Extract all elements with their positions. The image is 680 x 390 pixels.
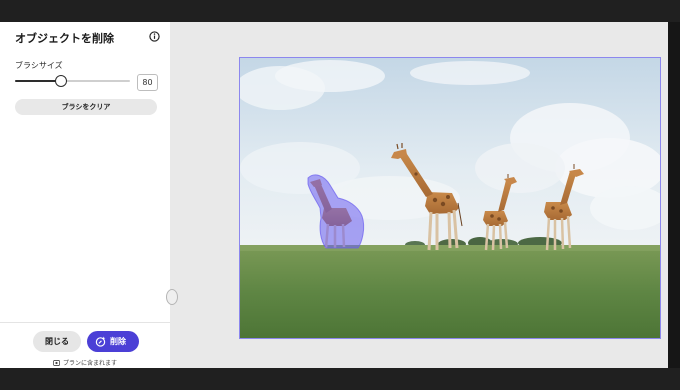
info-icon[interactable] [149, 31, 160, 42]
remove-object-panel: オブジェクトを削除 ブラシサイズ 80 ブラシをクリア 閉じる 削除 プランに含… [0, 22, 170, 368]
panel-title: オブジェクトを削除 [15, 32, 114, 45]
credit-icon [53, 360, 60, 366]
delete-button-label: 削除 [110, 337, 126, 346]
plan-note: プランに含まれます [53, 358, 117, 367]
eraser-sparkle-icon [95, 336, 106, 347]
brush-size-value[interactable]: 80 [137, 74, 158, 91]
brush-size-label: ブラシサイズ [15, 61, 63, 70]
photo-canvas[interactable] [239, 57, 661, 339]
panel-divider [0, 322, 170, 323]
panel-collapse-handle[interactable] [166, 289, 178, 305]
top-bar [0, 0, 680, 22]
close-button[interactable]: 閉じる [33, 331, 81, 352]
clear-brush-button[interactable]: ブラシをクリア [15, 99, 157, 115]
slider-thumb[interactable] [55, 75, 67, 87]
plan-note-text: プランに含まれます [63, 360, 118, 367]
bottom-bar [0, 368, 680, 390]
grass-field [240, 245, 660, 338]
delete-button[interactable]: 削除 [87, 331, 139, 352]
brush-size-slider[interactable] [15, 74, 130, 88]
window-edge [668, 22, 680, 368]
